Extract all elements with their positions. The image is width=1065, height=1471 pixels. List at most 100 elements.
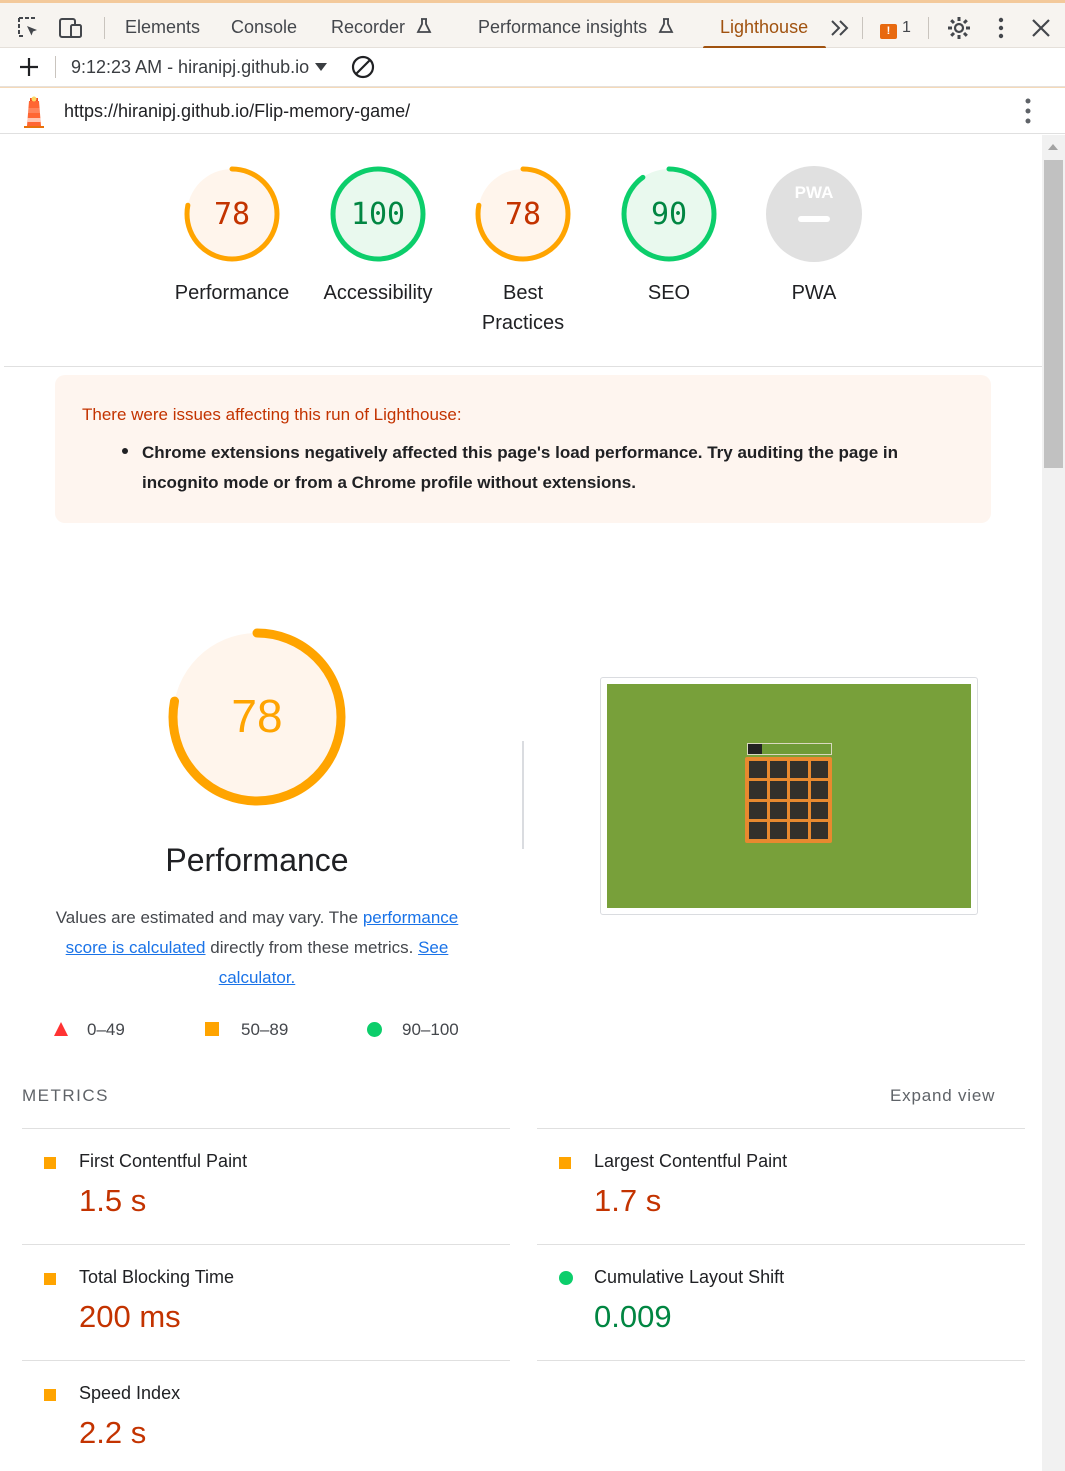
performance-description: Values are estimated and may vary. The p… bbox=[40, 903, 474, 993]
tab-elements[interactable]: Elements bbox=[125, 17, 200, 38]
lighthouse-report: 78 Performance 100 Accessibility 78 Best… bbox=[4, 135, 1042, 1471]
metric-name: Total Blocking Time bbox=[79, 1267, 235, 1287]
more-tabs-chevron-icon[interactable] bbox=[828, 17, 854, 43]
more-options-icon[interactable] bbox=[988, 15, 1014, 41]
expand-view-button[interactable]: Expand view bbox=[890, 1086, 995, 1106]
gauge-best-practices-label: Best Practices bbox=[458, 278, 588, 338]
vertical-divider bbox=[522, 741, 524, 849]
bullet-icon bbox=[122, 448, 128, 454]
gauge-seo-value: 90 bbox=[651, 197, 687, 232]
card-thumb bbox=[790, 821, 808, 839]
metrics-header: METRICS bbox=[22, 1086, 109, 1105]
tab-lighthouse[interactable]: Lighthouse bbox=[720, 17, 808, 38]
scrollbar-thumb[interactable] bbox=[1044, 160, 1063, 468]
game-header-thumb bbox=[747, 743, 832, 755]
tab-performance-insights[interactable]: Performance insights bbox=[478, 17, 674, 38]
average-square-icon bbox=[44, 1157, 56, 1169]
card-thumb bbox=[749, 761, 767, 779]
description-text: directly from these metrics. bbox=[205, 938, 419, 957]
device-toolbar-icon[interactable] bbox=[57, 15, 83, 41]
metric-value: 1.7 s bbox=[594, 1183, 662, 1218]
gauge-performance-ring: 78 bbox=[184, 166, 280, 262]
metric-first-contentful-paint: First Contentful Paint 1.5 s bbox=[22, 1128, 510, 1244]
final-screenshot[interactable] bbox=[600, 677, 978, 915]
pwa-badge-icon: PWA bbox=[766, 166, 862, 262]
clear-all-icon[interactable] bbox=[350, 54, 376, 80]
tab-recorder[interactable]: Recorder bbox=[331, 17, 432, 38]
gauge-performance-value: 78 bbox=[214, 197, 250, 232]
new-report-plus-icon[interactable] bbox=[16, 54, 42, 80]
report-url[interactable]: https://hiranipj.github.io/Flip-memory-g… bbox=[64, 101, 410, 122]
gauge-accessibility[interactable]: 100 Accessibility bbox=[313, 164, 443, 308]
fail-triangle-icon bbox=[54, 1022, 68, 1036]
scroll-up-arrow-icon[interactable] bbox=[1048, 144, 1058, 150]
metric-value: 1.5 s bbox=[79, 1183, 147, 1218]
gauge-performance-label: Performance bbox=[174, 282, 290, 304]
game-board-thumb bbox=[745, 757, 832, 843]
close-icon[interactable] bbox=[1028, 15, 1054, 41]
metric-value: 200 ms bbox=[79, 1299, 181, 1334]
lighthouse-toolbar: 9:12:23 AM - hiranipj.github.io bbox=[0, 48, 1065, 87]
card-thumb bbox=[769, 821, 787, 839]
chevron-down-icon bbox=[315, 63, 328, 71]
settings-gear-icon[interactable] bbox=[946, 15, 972, 41]
card-thumb bbox=[769, 801, 787, 819]
issues-count: 1 bbox=[902, 19, 911, 36]
metric-divider bbox=[537, 1360, 1025, 1361]
card-thumb bbox=[790, 761, 808, 779]
gauge-best-practices[interactable]: 78 Best Practices bbox=[458, 164, 588, 338]
average-square-icon bbox=[44, 1273, 56, 1285]
experiment-flask-icon bbox=[416, 18, 432, 33]
metric-name: Largest Contentful Paint bbox=[594, 1151, 788, 1171]
game-start-button-thumb bbox=[748, 744, 762, 754]
performance-gauge-ring: 78 bbox=[168, 628, 346, 806]
gauge-accessibility-value: 100 bbox=[351, 197, 405, 232]
final-screenshot-image bbox=[607, 684, 971, 908]
legend-fail-label: 0–49 bbox=[87, 1020, 125, 1039]
toolbar-divider bbox=[928, 17, 929, 39]
metric-largest-contentful-paint: Largest Contentful Paint 1.7 s bbox=[537, 1128, 1025, 1244]
gauge-best-practices-value: 78 bbox=[505, 197, 541, 232]
section-divider bbox=[4, 366, 1042, 367]
pwa-badge-text: PWA bbox=[795, 183, 834, 202]
metric-cumulative-layout-shift: Cumulative Layout Shift 0.009 bbox=[537, 1244, 1025, 1360]
gauge-accessibility-label: Accessibility bbox=[323, 282, 433, 304]
card-thumb bbox=[749, 801, 767, 819]
experiment-flask-icon bbox=[658, 18, 674, 33]
performance-score-value: 78 bbox=[231, 690, 282, 742]
report-select[interactable]: 9:12:23 AM - hiranipj.github.io bbox=[71, 57, 328, 78]
card-thumb bbox=[749, 781, 767, 799]
card-thumb bbox=[810, 761, 828, 779]
gauge-seo[interactable]: 90 SEO bbox=[604, 164, 734, 308]
card-thumb bbox=[810, 801, 828, 819]
tab-console[interactable]: Console bbox=[231, 17, 297, 38]
gauge-pwa[interactable]: PWA PWA bbox=[749, 164, 879, 308]
issue-flag-icon: ! bbox=[880, 24, 897, 39]
tab-recorder-label: Recorder bbox=[331, 17, 406, 37]
warnings-title: There were issues affecting this run of … bbox=[82, 405, 462, 424]
card-thumb bbox=[769, 761, 787, 779]
devtools-tab-bar: Elements Console Recorder Performance in… bbox=[0, 0, 1065, 49]
report-menu-icon[interactable] bbox=[1018, 96, 1038, 131]
issues-counter[interactable]: ! 1 bbox=[880, 19, 911, 39]
metric-name: Cumulative Layout Shift bbox=[594, 1267, 785, 1287]
performance-title: Performance bbox=[165, 842, 349, 878]
toolbar-divider bbox=[862, 17, 863, 39]
metric-speed-index: Speed Index 2.2 s bbox=[22, 1360, 510, 1471]
legend-pass: 90–100 bbox=[367, 1020, 459, 1040]
performance-gauge-large: 78 bbox=[164, 624, 350, 810]
gauge-seo-ring: 90 bbox=[621, 166, 717, 262]
report-select-label: 9:12:23 AM - hiranipj.github.io bbox=[71, 57, 310, 77]
inspect-element-icon[interactable] bbox=[16, 15, 42, 41]
card-thumb bbox=[810, 821, 828, 839]
tab-performance-insights-label: Performance insights bbox=[478, 17, 648, 37]
warning-item: Chrome extensions negatively affected th… bbox=[142, 443, 899, 492]
toolbar-divider bbox=[55, 56, 56, 78]
gauge-pwa-label: PWA bbox=[791, 282, 837, 304]
gauge-accessibility-ring: 100 bbox=[330, 166, 426, 262]
gauge-performance[interactable]: 78 Performance bbox=[167, 164, 297, 308]
metric-value: 2.2 s bbox=[79, 1415, 147, 1450]
metric-value: 0.009 bbox=[594, 1299, 672, 1334]
pass-circle-icon bbox=[367, 1022, 382, 1037]
card-thumb bbox=[810, 781, 828, 799]
